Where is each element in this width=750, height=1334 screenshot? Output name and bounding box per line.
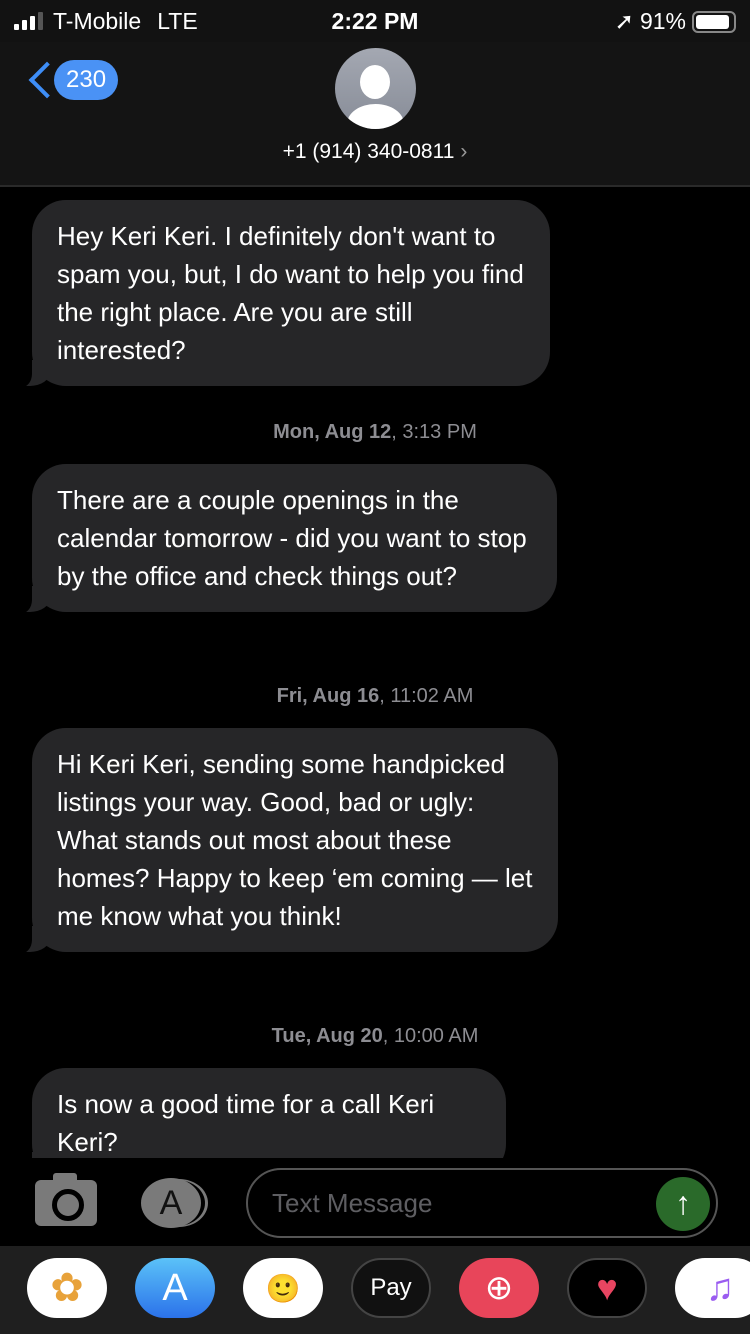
message-input[interactable] [272, 1184, 642, 1222]
timestamp-time: , 11:02 AM [379, 685, 474, 707]
arrow-up-icon: ↑ [675, 1185, 691, 1221]
timestamp: Fri, Aug 16, 11:02 AM [0, 685, 750, 708]
status-bar: T-Mobile LTE 2:22 PM ➚ 91% [0, 0, 750, 42]
avatar[interactable] [335, 48, 416, 129]
camera-icon[interactable] [35, 1173, 97, 1226]
apple-pay-label: Pay [370, 1274, 412, 1301]
timestamp-time: , 3:13 PM [391, 421, 477, 443]
timestamp-day: Mon, Aug 12 [273, 421, 392, 443]
timestamp: Tue, Aug 20, 10:00 AM [0, 1025, 750, 1048]
contact-number: +1 (914) 340-0811 [282, 140, 455, 163]
battery-icon [692, 10, 736, 33]
message-bubble[interactable]: There are a couple openings in the calen… [10, 464, 557, 614]
app-drawer: ✿ A 🙂 Pay ⊕ ♥ ♫ [0, 1246, 750, 1334]
music-icon[interactable]: ♫ [675, 1258, 750, 1318]
send-button[interactable]: ↑ [656, 1177, 710, 1231]
message-bubble[interactable]: Hey Keri Keri. I definitely don't want t… [10, 200, 550, 388]
memoji-icon[interactable]: 🙂 [243, 1258, 323, 1318]
battery-percent: 91% [639, 8, 686, 34]
back-button[interactable]: 230 [24, 60, 119, 100]
web-search-icon[interactable]: ⊕ [459, 1258, 539, 1318]
photos-icon[interactable]: ✿ [27, 1258, 107, 1318]
message-bubble[interactable]: Hi Keri Keri, sending some handpicked li… [10, 728, 558, 954]
timestamp-time: , 10:00 AM [382, 1025, 479, 1047]
composer-bar: A ↑ [0, 1158, 750, 1246]
chevron-right-icon: › [460, 140, 468, 163]
contact-name[interactable]: +1 (914) 340-0811 › [0, 140, 750, 164]
app-store-icon[interactable]: A [135, 1258, 215, 1318]
message-field[interactable]: ↑ [246, 1168, 718, 1238]
conversation-header: 230 +1 (914) 340-0811 › [0, 42, 750, 187]
heart-app-icon[interactable]: ♥ [567, 1258, 647, 1318]
timestamp: Mon, Aug 12, 3:13 PM [0, 421, 750, 444]
timestamp-day: Tue, Aug 20 [271, 1025, 383, 1047]
timestamp-day: Fri, Aug 16 [276, 685, 380, 707]
app-store-icon[interactable]: A [141, 1178, 201, 1228]
location-icon: ➚ [614, 8, 634, 34]
apple-pay-icon[interactable]: Pay [351, 1258, 431, 1318]
